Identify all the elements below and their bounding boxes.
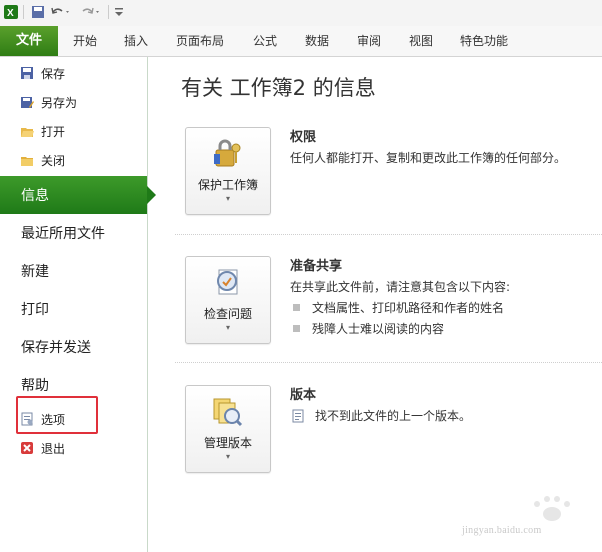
exit-command[interactable]: 退出	[20, 437, 65, 459]
nav-info-active[interactable]: 信息	[0, 176, 156, 214]
qat-divider	[108, 5, 109, 19]
protect-workbook-label: 保护工作簿	[197, 178, 258, 192]
tab-insert[interactable]: 插入	[124, 26, 148, 56]
close-command[interactable]: 关闭	[20, 149, 65, 171]
list-item: 残障人士难以阅读的内容	[293, 320, 444, 337]
chevron-down-icon: ▾	[225, 323, 230, 332]
save-label: 保存	[41, 66, 66, 81]
protect-workbook-button[interactable]: 保护工作簿 ▾	[185, 127, 271, 215]
close-folder-icon	[20, 153, 34, 167]
chevron-down-icon: ▾	[225, 194, 230, 203]
nav-info-label: 信息	[21, 188, 49, 204]
open-command[interactable]: 打开	[20, 120, 65, 142]
section-divider	[175, 362, 602, 363]
save-as-icon	[20, 95, 34, 109]
permissions-heading: 权限	[290, 130, 317, 145]
page-title: 有关 工作簿2 的信息	[181, 76, 376, 100]
save-command[interactable]: 保存	[20, 62, 65, 84]
list-item: 文档属性、打印机路径和作者的姓名	[293, 299, 504, 316]
save-as-label: 另存为	[41, 95, 78, 110]
info-panel: 有关 工作簿2 的信息 保护工作簿 ▾ 权限 任何人都能打开、复制和更改此工作簿…	[148, 57, 602, 552]
open-folder-icon	[20, 124, 34, 138]
section-divider	[175, 234, 602, 235]
tab-special-features[interactable]: 特色功能	[460, 26, 508, 56]
excel-icon[interactable]: X	[3, 4, 19, 20]
check-for-issues-label: 检查问题	[203, 307, 252, 321]
versions-text: 找不到此文件的上一个版本。	[315, 409, 472, 423]
lock-key-icon	[210, 138, 244, 170]
share-text: 在共享此文件前，请注意其包含以下内容:	[290, 280, 511, 294]
nav-new[interactable]: 新建	[21, 261, 49, 281]
close-label: 关闭	[41, 153, 66, 168]
tab-data[interactable]: 数据	[305, 26, 329, 56]
exit-icon	[20, 441, 34, 455]
tab-home[interactable]: 开始	[73, 26, 97, 56]
backstage-sidebar: 保存 另存为 打开 关闭 信息 最近所用文件 新建 打印 保存并发送 帮助 选项…	[0, 57, 156, 552]
chevron-down-icon: ▾	[225, 452, 230, 461]
watermark-logo	[459, 490, 599, 550]
save-as-command[interactable]: 另存为	[20, 91, 77, 113]
document-icon	[291, 409, 305, 423]
bullet-icon	[293, 325, 300, 332]
watermark-text: jingyan.baidu.com	[462, 525, 542, 536]
permissions-text: 任何人都能打开、复制和更改此工作簿的任何部分。	[290, 151, 567, 165]
quick-access-toolbar: X	[0, 0, 602, 27]
options-highlight-annotation	[16, 396, 98, 434]
tab-file[interactable]: 文件	[0, 26, 58, 56]
inspect-document-icon	[210, 267, 244, 299]
versions-row: 找不到此文件的上一个版本。	[291, 407, 471, 424]
bullet-icon	[293, 304, 300, 311]
undo-icon[interactable]	[50, 4, 72, 20]
tab-review[interactable]: 审阅	[357, 26, 381, 56]
customize-icon[interactable]	[113, 4, 125, 20]
manage-versions-label: 管理版本	[203, 436, 252, 450]
redo-icon[interactable]	[80, 4, 102, 20]
save-icon[interactable]	[30, 4, 46, 20]
ribbon-tabs: 文件 开始 插入 页面布局 公式 数据 审阅 视图 特色功能	[0, 26, 602, 57]
nav-save-and-send[interactable]: 保存并发送	[21, 337, 91, 357]
exit-label: 退出	[41, 441, 66, 456]
nav-recent-files[interactable]: 最近所用文件	[21, 223, 105, 243]
nav-print[interactable]: 打印	[21, 299, 49, 319]
save-icon	[20, 66, 34, 80]
share-bullet-1: 文档属性、打印机路径和作者的姓名	[312, 301, 505, 315]
qat-divider	[23, 5, 24, 19]
share-bullet-2: 残障人士难以阅读的内容	[312, 322, 445, 336]
share-heading: 准备共享	[290, 259, 343, 274]
manage-versions-button[interactable]: 管理版本 ▾	[185, 385, 271, 473]
svg-text:X: X	[7, 8, 14, 19]
nav-help[interactable]: 帮助	[21, 375, 49, 395]
check-for-issues-button[interactable]: 检查问题 ▾	[185, 256, 271, 344]
tab-view[interactable]: 视图	[409, 26, 433, 56]
open-label: 打开	[41, 124, 66, 139]
versions-icon	[210, 396, 244, 428]
tab-formulas[interactable]: 公式	[253, 26, 277, 56]
tab-page-layout[interactable]: 页面布局	[176, 26, 224, 56]
versions-heading: 版本	[290, 388, 317, 403]
